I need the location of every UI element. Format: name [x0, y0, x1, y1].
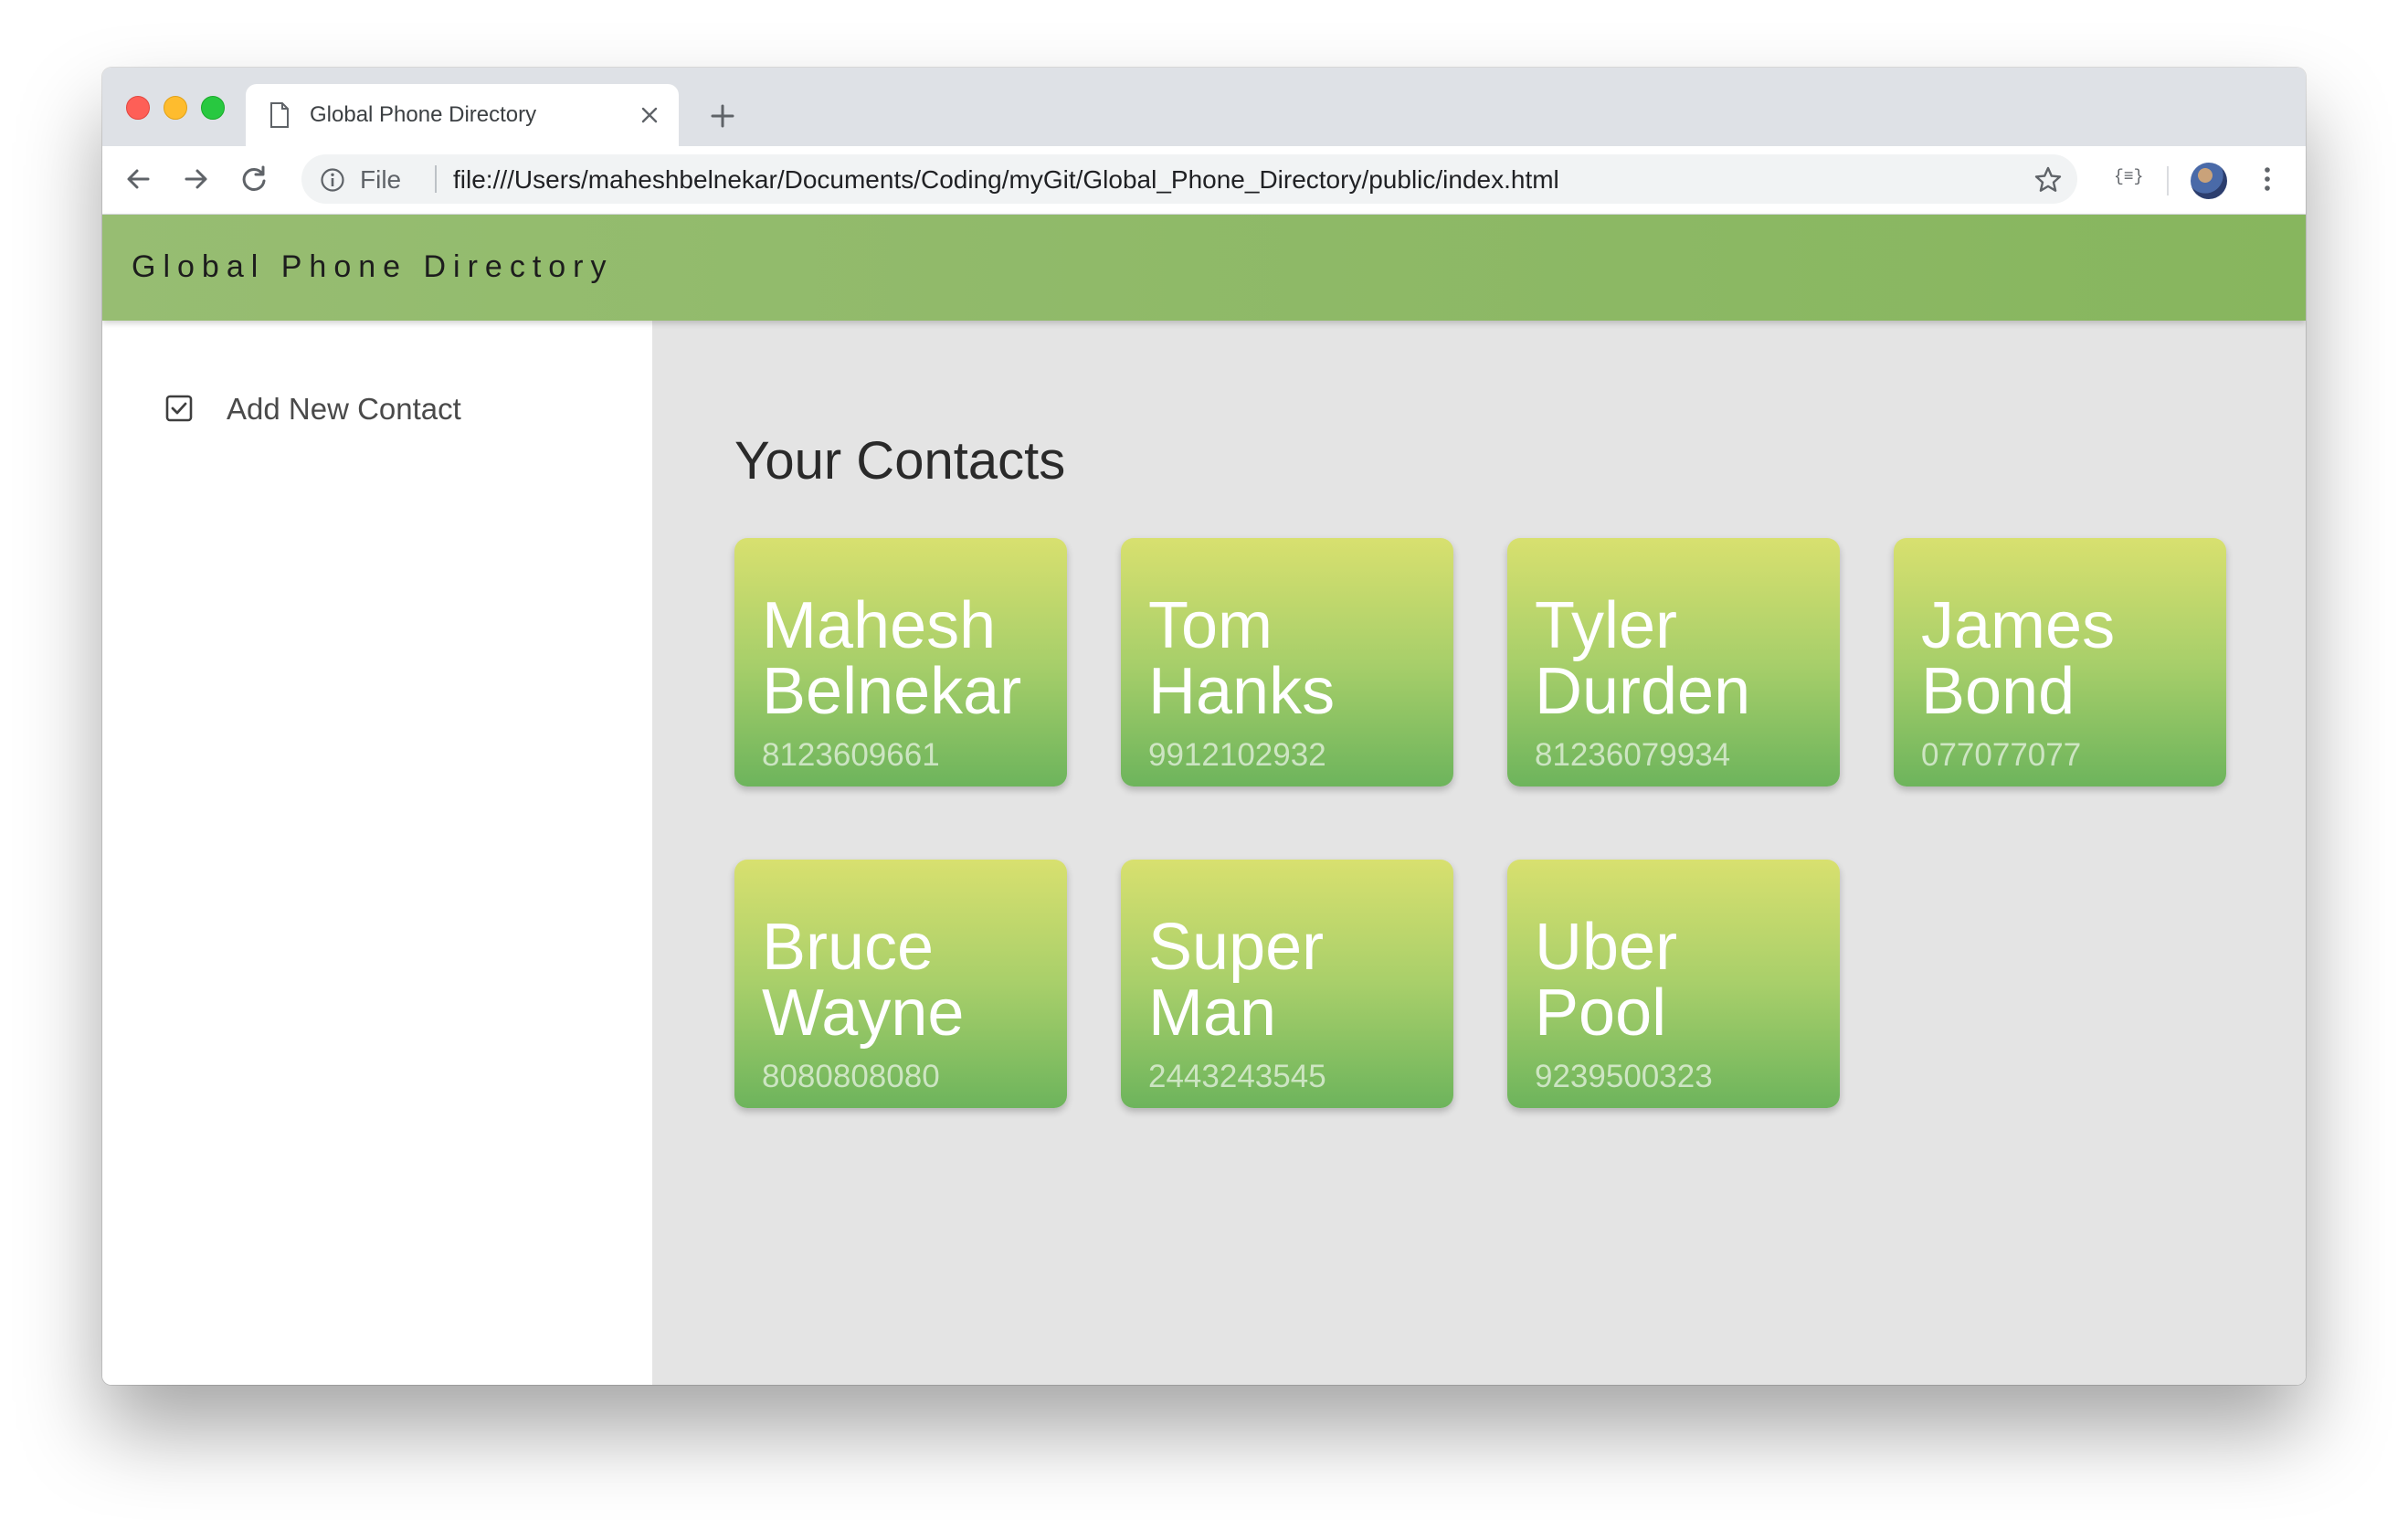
new-tab-icon[interactable] [709, 102, 736, 130]
close-icon[interactable] [639, 104, 660, 126]
contact-phone: 077077077 [1921, 737, 2082, 773]
address-bar[interactable]: File file:///Users/maheshbelnekar/Docume… [301, 154, 2077, 204]
tab-title: Global Phone Directory [310, 102, 537, 127]
info-icon[interactable] [320, 167, 345, 193]
contact-card[interactable]: Bruce Wayne 8080808080 [734, 860, 1067, 1108]
minimize-window-button[interactable] [164, 96, 187, 120]
contact-card[interactable]: Uber Pool 9239500323 [1507, 860, 1840, 1108]
contact-last-name: Bond [1921, 655, 2075, 728]
sidebar-item-add-new-contact[interactable]: Add New Contact [164, 390, 530, 427]
scheme-label: File [360, 165, 402, 194]
contact-first-name: Tom [1148, 589, 1273, 662]
contact-last-name: Belnekar [762, 655, 1022, 728]
contact-first-name: Mahesh [762, 589, 997, 662]
sidebar: Add New Contact [102, 321, 652, 1385]
contact-phone: 2443243545 [1148, 1059, 1326, 1094]
contact-first-name: Super [1148, 911, 1325, 984]
browser-window: Global Phone Directory File file:///User… [102, 68, 2306, 1385]
contact-card[interactable]: Super Man 2443243545 [1121, 860, 1453, 1108]
contact-first-name: James [1921, 589, 2116, 662]
contact-last-name: Pool [1535, 976, 1667, 1050]
contact-card[interactable]: Tom Hanks 9912102932 [1121, 538, 1453, 786]
profile-avatar[interactable] [2191, 163, 2227, 199]
tab-strip: Global Phone Directory [102, 68, 2306, 146]
contact-first-name: Tyler [1535, 589, 1678, 662]
contact-phone: 81236079934 [1535, 737, 1731, 773]
app-brand-title[interactable]: Global Phone Directory [132, 249, 614, 285]
contact-first-name: Uber [1535, 911, 1678, 984]
forward-arrow-icon[interactable] [179, 163, 212, 195]
checkbox-icon [165, 395, 193, 422]
address-divider [435, 165, 437, 193]
main-content: Your Contacts Mahesh Belnekar 8123609661… [652, 321, 2306, 1385]
contact-phone: 8080808080 [762, 1059, 940, 1094]
json-extension-icon[interactable]: {≡} [2114, 168, 2143, 186]
document-icon [270, 102, 289, 128]
more-menu-icon[interactable] [2251, 163, 2284, 195]
bookmark-star-icon[interactable] [2033, 165, 2063, 195]
contact-card[interactable]: James Bond 077077077 [1894, 538, 2226, 786]
reload-icon[interactable] [238, 163, 270, 195]
contact-phone: 8123609661 [762, 737, 940, 773]
sidebar-item-label: Add New Contact [227, 392, 461, 426]
back-arrow-icon[interactable] [122, 163, 155, 195]
zoom-window-button[interactable] [201, 96, 225, 120]
url-text[interactable]: file:///Users/maheshbelnekar/Documents/C… [453, 165, 1559, 195]
contact-last-name: Durden [1535, 655, 1751, 728]
contact-card[interactable]: Tyler Durden 81236079934 [1507, 538, 1840, 786]
contact-first-name: Bruce [762, 911, 935, 984]
contact-card[interactable]: Mahesh Belnekar 8123609661 [734, 538, 1067, 786]
app-header: Global Phone Directory [102, 215, 2306, 321]
contact-last-name: Man [1148, 976, 1277, 1050]
contact-last-name: Hanks [1148, 655, 1336, 728]
contact-last-name: Wayne [762, 976, 965, 1050]
browser-toolbar: File file:///Users/maheshbelnekar/Docume… [102, 146, 2306, 215]
close-window-button[interactable] [126, 96, 150, 120]
toolbar-divider [2167, 166, 2169, 195]
browser-tab[interactable]: Global Phone Directory [246, 84, 679, 146]
contact-phone: 9912102932 [1148, 737, 1326, 773]
contact-phone: 9239500323 [1535, 1059, 1713, 1094]
page-title: Your Contacts [734, 431, 1066, 491]
